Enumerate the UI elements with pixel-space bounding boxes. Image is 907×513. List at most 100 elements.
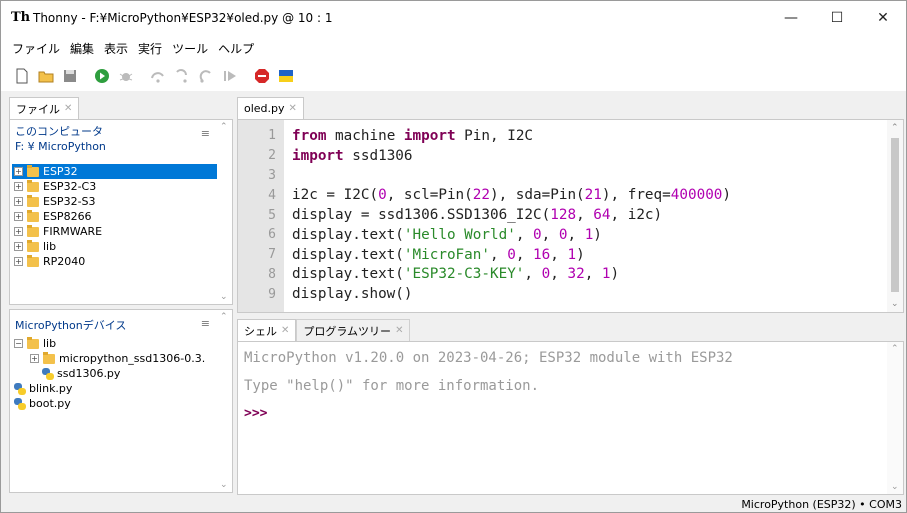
resume-icon[interactable]	[221, 67, 239, 85]
python-file-icon	[14, 382, 26, 395]
code-line: display.text('MicroFan', 0, 16, 1)	[292, 246, 585, 263]
menu-bar: ファイル 編集 表示 実行 ツール ヘルプ	[1, 35, 906, 61]
tree-item-label: ESP8266	[43, 210, 92, 223]
tab-program-tree[interactable]: プログラムツリー ✕	[296, 319, 411, 341]
expand-icon[interactable]: +	[14, 167, 23, 176]
tree-item-micropython-ssd1306[interactable]: + micropython_ssd1306-0.3.	[12, 351, 217, 366]
computer-path[interactable]: F: ¥ MicroPython	[15, 139, 232, 154]
thonny-app-icon: Th	[11, 10, 31, 25]
new-file-icon[interactable]	[13, 67, 31, 85]
device-panel-menu-icon[interactable]: ≡	[201, 316, 210, 331]
save-icon[interactable]	[61, 67, 79, 85]
expand-icon[interactable]: +	[14, 227, 23, 236]
step-into-icon[interactable]	[173, 67, 191, 85]
expand-icon[interactable]: +	[30, 354, 39, 363]
step-out-icon[interactable]	[197, 67, 215, 85]
menu-view[interactable]: 表示	[104, 40, 128, 57]
scrollbar-thumb[interactable]	[891, 138, 899, 292]
tree-item-rp2040[interactable]: + RP2040	[12, 254, 217, 269]
menu-file[interactable]: ファイル	[12, 40, 60, 57]
tree-item-boot-py[interactable]: boot.py	[12, 396, 217, 411]
expand-icon[interactable]: +	[14, 242, 23, 251]
tree-item-lib[interactable]: − lib	[12, 336, 217, 351]
scroll-down-icon[interactable]: ⌄	[220, 480, 228, 490]
interpreter-status[interactable]: MicroPython (ESP32) • COM3	[741, 498, 902, 511]
menu-run[interactable]: 実行	[138, 40, 162, 57]
menu-edit[interactable]: 編集	[70, 40, 94, 57]
tree-item-esp32[interactable]: + ESP32	[12, 164, 217, 179]
tree-item-label: micropython_ssd1306-0.3.	[59, 352, 206, 365]
device-files-box: MicroPythonデバイス ≡ ⌃ ⌄ − lib + micropytho…	[9, 309, 233, 493]
tab-shell-label: シェル	[244, 324, 277, 338]
shell-scrollbar[interactable]: ⌃ ⌄	[887, 342, 903, 494]
tree-item-label: blink.py	[29, 382, 73, 395]
tree-item-esp32-c3[interactable]: + ESP32-C3	[12, 179, 217, 194]
tab-oled-py-label: oled.py	[244, 102, 285, 115]
python-file-icon	[14, 397, 26, 410]
menu-tools[interactable]: ツール	[172, 40, 208, 57]
editor-area: oled.py ✕ 1 from machine import Pin, I2C …	[237, 97, 906, 313]
device-scrollbar[interactable]: ⌃ ⌄	[218, 310, 232, 492]
collapse-icon[interactable]: −	[14, 339, 23, 348]
tree-item-ssd1306-py[interactable]: ssd1306.py	[12, 366, 217, 381]
tree-item-esp8266[interactable]: + ESP8266	[12, 209, 217, 224]
maximize-button[interactable]: ☐	[814, 1, 860, 35]
ukraine-flag-icon[interactable]	[277, 67, 295, 85]
shell-prompt[interactable]: >>>	[244, 406, 267, 421]
line-number: 9	[268, 286, 276, 302]
tree-item-label: lib	[43, 240, 57, 253]
scroll-up-icon[interactable]: ⌃	[220, 122, 228, 132]
line-number: 5	[268, 207, 276, 223]
computer-scrollbar[interactable]: ⌃ ⌄	[218, 120, 232, 304]
open-file-icon[interactable]	[37, 67, 55, 85]
shell-console[interactable]: MicroPython v1.20.0 on 2023-04-26; ESP32…	[237, 341, 904, 495]
scroll-down-icon[interactable]: ⌄	[891, 482, 899, 492]
code-line: display.text('ESP32-C3-KEY', 0, 32, 1)	[292, 266, 620, 283]
window-title: Thonny - F:¥MicroPython¥ESP32¥oled.py @ …	[33, 11, 333, 25]
device-file-tree: − lib + micropython_ssd1306-0.3. ssd1306…	[12, 336, 217, 411]
code-line: display.text('Hello World', 0, 0, 1)	[292, 226, 602, 243]
editor-scrollbar[interactable]: ⌃ ⌄	[887, 120, 903, 312]
close-tab-icon[interactable]: ✕	[289, 103, 297, 114]
title-bar: Th Thonny - F:¥MicroPython¥ESP32¥oled.py…	[1, 1, 906, 35]
expand-icon[interactable]: +	[14, 257, 23, 266]
close-tab-icon[interactable]: ✕	[395, 325, 403, 336]
code-lines: 1 from machine import Pin, I2C 2 import ss…	[238, 126, 878, 304]
run-icon[interactable]	[93, 67, 111, 85]
expand-icon[interactable]: +	[14, 197, 23, 206]
scroll-up-icon[interactable]: ⌃	[220, 312, 228, 322]
scroll-down-icon[interactable]: ⌄	[220, 292, 228, 302]
panel-menu-icon[interactable]: ≡	[201, 126, 210, 141]
expand-icon[interactable]: +	[14, 212, 23, 221]
line-number: 8	[268, 266, 276, 282]
scroll-down-icon[interactable]: ⌄	[891, 299, 899, 309]
menu-help[interactable]: ヘルプ	[218, 40, 254, 57]
scroll-up-icon[interactable]: ⌃	[891, 344, 899, 354]
tab-oled-py[interactable]: oled.py ✕	[237, 97, 304, 119]
tab-shell[interactable]: シェル ✕	[237, 319, 297, 341]
tree-item-firmware[interactable]: + FIRMWARE	[12, 224, 217, 239]
tab-files[interactable]: ファイル ✕	[9, 97, 80, 119]
tree-item-label: FIRMWARE	[43, 225, 103, 238]
folder-icon	[27, 336, 39, 349]
expand-icon[interactable]: +	[14, 182, 23, 191]
close-window-button[interactable]: ✕	[860, 1, 906, 35]
code-line: i2c = I2C(0, scl=Pin(22), sda=Pin(21), f…	[292, 187, 732, 204]
python-file-icon	[42, 367, 54, 380]
tree-item-lib[interactable]: + lib	[12, 239, 217, 254]
shell-help-line: Type "help()" for more information.	[244, 378, 540, 394]
folder-icon	[27, 224, 39, 237]
tree-item-esp32-s3[interactable]: + ESP32-S3	[12, 194, 217, 209]
tree-item-blink-py[interactable]: blink.py	[12, 381, 217, 396]
step-over-icon[interactable]	[149, 67, 167, 85]
close-tab-icon[interactable]: ✕	[281, 325, 289, 336]
computer-title: このコンピュータ	[15, 125, 103, 138]
close-tab-icon[interactable]: ✕	[64, 103, 72, 114]
tree-item-label: ESP32	[43, 165, 78, 178]
debug-icon[interactable]	[117, 67, 135, 85]
code-editor[interactable]: 1 from machine import Pin, I2C 2 import ss…	[237, 119, 904, 313]
minimize-button[interactable]: —	[768, 1, 814, 35]
scroll-up-icon[interactable]: ⌃	[891, 123, 899, 133]
stop-icon[interactable]	[253, 67, 271, 85]
tree-item-label: RP2040	[43, 255, 86, 268]
